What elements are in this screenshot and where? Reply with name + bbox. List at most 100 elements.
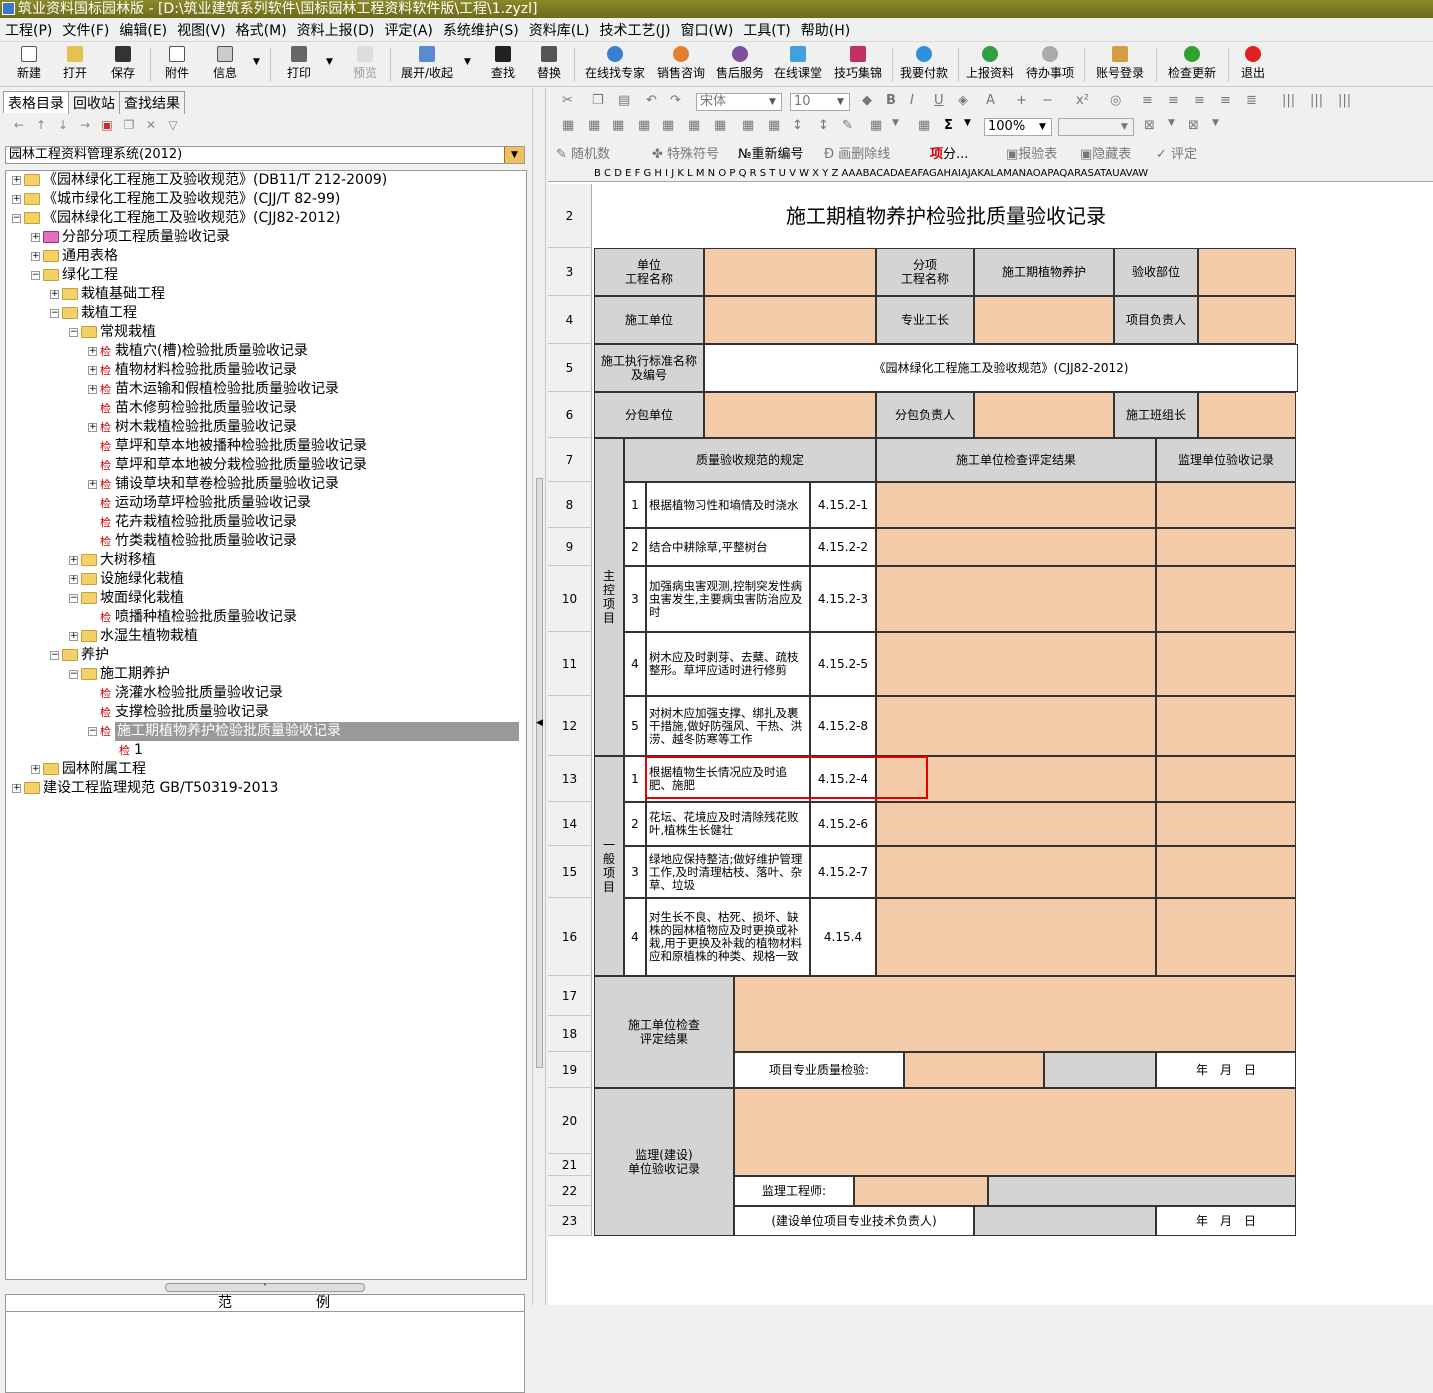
format-painter-icon[interactable]: ◆: [862, 93, 872, 108]
system-select[interactable]: 园林工程资料管理系统(2012) ▼: [5, 146, 525, 164]
inspection-form-button[interactable]: ▣报验表: [1006, 143, 1057, 162]
add-table-icon[interactable]: ▣: [96, 118, 118, 132]
todo-button[interactable]: 待办事项: [1024, 46, 1076, 84]
quality-inspector-field[interactable]: [904, 1052, 1044, 1088]
delete-row-icon[interactable]: −: [1042, 93, 1053, 108]
tree-node[interactable]: + 检铺设草块和草卷检验批质量验收记录: [88, 475, 339, 494]
special-symbol-button[interactable]: ✤ 特殊符号: [652, 143, 719, 162]
inspection-part-field[interactable]: [1198, 248, 1296, 296]
expand-icon[interactable]: +: [31, 232, 40, 242]
collapse-icon[interactable]: −: [88, 726, 97, 736]
col-width-icon[interactable]: ▦: [662, 118, 674, 133]
expand-icon[interactable]: +: [88, 479, 97, 489]
tree-node[interactable]: + 大树移植: [69, 551, 156, 570]
check-result-field[interactable]: [734, 976, 1296, 1052]
foreman-field[interactable]: [974, 296, 1114, 344]
tree-node[interactable]: + 检苗木运输和假植检验批质量验收记录: [88, 380, 339, 399]
cut-icon[interactable]: ✂: [562, 93, 573, 108]
team-leader-field[interactable]: [1198, 392, 1296, 438]
row-header[interactable]: 4: [548, 296, 592, 344]
bold-icon[interactable]: B: [886, 93, 896, 108]
undo-icon[interactable]: ↶: [646, 93, 657, 108]
tips-button[interactable]: 技巧集锦: [832, 46, 884, 84]
border-style-icon[interactable]: ⊠: [1144, 118, 1155, 133]
filter-icon[interactable]: ▽: [162, 118, 184, 132]
insert-row-icon[interactable]: +: [1016, 93, 1027, 108]
tab-search-results[interactable]: 查找结果: [119, 91, 185, 114]
row-header[interactable]: 12: [548, 696, 592, 756]
supervision-record-field[interactable]: [1156, 528, 1296, 566]
panel-splitter[interactable]: ◀: [532, 88, 546, 1305]
menu-item-3[interactable]: 视图(V): [172, 20, 231, 42]
supervision-record-field[interactable]: [734, 1088, 1296, 1176]
menu-item-1[interactable]: 文件(F): [57, 20, 114, 42]
chart-icon[interactable]: ▦: [870, 118, 882, 133]
renumber-button[interactable]: №重新编号: [738, 143, 804, 162]
tree-node[interactable]: − 《园林绿化工程施工及验收规范》(CJJ82-2012): [12, 209, 340, 228]
row-header[interactable]: 8: [548, 482, 592, 528]
superscript-icon[interactable]: x²: [1076, 93, 1089, 108]
tree-node[interactable]: + 园林附属工程: [31, 760, 146, 779]
row-header[interactable]: 19: [548, 1052, 592, 1088]
tree-node[interactable]: + 检植物材料检验批质量验收记录: [88, 361, 297, 380]
account-login-button[interactable]: 账号登录: [1094, 46, 1146, 84]
tree-node[interactable]: − 养护: [50, 646, 109, 665]
circle-char-icon[interactable]: ◎: [1110, 93, 1121, 108]
evaluate-button[interactable]: ✓ 评定: [1156, 143, 1197, 162]
row-header[interactable]: 9: [548, 528, 592, 566]
row-header[interactable]: 20: [548, 1088, 592, 1154]
row-height-icon[interactable]: ▦: [688, 118, 700, 133]
quality-inspector-sign[interactable]: [1044, 1052, 1156, 1088]
construction-unit-field[interactable]: [704, 296, 876, 344]
row-header[interactable]: 16: [548, 898, 592, 976]
chevron-down-icon[interactable]: ▼: [504, 147, 524, 163]
sort-asc-icon[interactable]: ↕: [792, 118, 803, 133]
tree-node[interactable]: 检喷播种植检验批质量验收记录: [88, 608, 297, 627]
construction-result-field[interactable]: [876, 482, 1156, 528]
tree-node[interactable]: 检浇灌水检验批质量验收记录: [88, 684, 283, 703]
row-header[interactable]: 23: [548, 1206, 592, 1236]
construction-result-field[interactable]: [876, 898, 1156, 976]
tree-node[interactable]: + 设施绿化栽植: [69, 570, 184, 589]
row-header[interactable]: 11: [548, 632, 592, 696]
menu-item-9[interactable]: 技术工艺(J): [594, 20, 675, 42]
row-header[interactable]: 22: [548, 1176, 592, 1206]
construction-result-field[interactable]: [876, 802, 1156, 846]
delete-icon[interactable]: ✕: [140, 118, 162, 132]
vertical-middle-icon[interactable]: |||: [1310, 93, 1323, 108]
tree-node[interactable]: 检支撑检验批质量验收记录: [88, 703, 269, 722]
save-button[interactable]: 保存: [108, 46, 138, 84]
supervision-record-field[interactable]: [1156, 756, 1296, 802]
unit-project-name-field[interactable]: [704, 248, 876, 296]
font-color-icon[interactable]: A: [986, 93, 995, 108]
move-up-icon[interactable]: ↑: [30, 118, 52, 132]
attach-button[interactable]: 附件: [162, 46, 192, 84]
collapse-arrow-icon[interactable]: ◀: [536, 718, 543, 728]
expand-collapse-button[interactable]: 展开/收起: [398, 46, 456, 84]
itemize-button[interactable]: 项分...: [930, 143, 968, 162]
align-right-icon[interactable]: ≡: [1194, 93, 1205, 108]
tree-node[interactable]: 检竹类栽植检验批质量验收记录: [88, 532, 297, 551]
expand-icon[interactable]: +: [88, 422, 97, 432]
menu-item-4[interactable]: 格式(M): [231, 20, 292, 42]
move-right-icon[interactable]: →: [74, 118, 96, 132]
border-dropdown-arrow[interactable]: ▼: [1168, 118, 1175, 128]
find-button[interactable]: 查找: [488, 46, 518, 84]
split-icon[interactable]: ▦: [588, 118, 600, 133]
tab-table-catalog[interactable]: 表格目录: [3, 91, 69, 113]
row-header[interactable]: 18: [548, 1016, 592, 1052]
preview-button[interactable]: 预览: [350, 46, 380, 84]
row-header[interactable]: 21: [548, 1154, 592, 1176]
menu-item-0[interactable]: 工程(P): [0, 20, 57, 42]
font-size-select[interactable]: 10 ▼: [790, 93, 850, 111]
info-dropdown-arrow[interactable]: ▼: [253, 57, 260, 67]
tree-node[interactable]: 检花卉栽植检验批质量验收记录: [88, 513, 297, 532]
move-left-icon[interactable]: ←: [8, 118, 30, 132]
online-expert-button[interactable]: 在线找专家: [584, 46, 646, 84]
paste-icon[interactable]: ▤: [618, 93, 630, 108]
row-header[interactable]: 13: [548, 756, 592, 802]
border-icon[interactable]: ▦: [714, 118, 726, 133]
tree-node[interactable]: − 栽植工程: [50, 304, 137, 323]
tree-node[interactable]: + 分部分项工程质量验收记录: [31, 228, 230, 247]
tree-node[interactable]: − 绿化工程: [31, 266, 118, 285]
